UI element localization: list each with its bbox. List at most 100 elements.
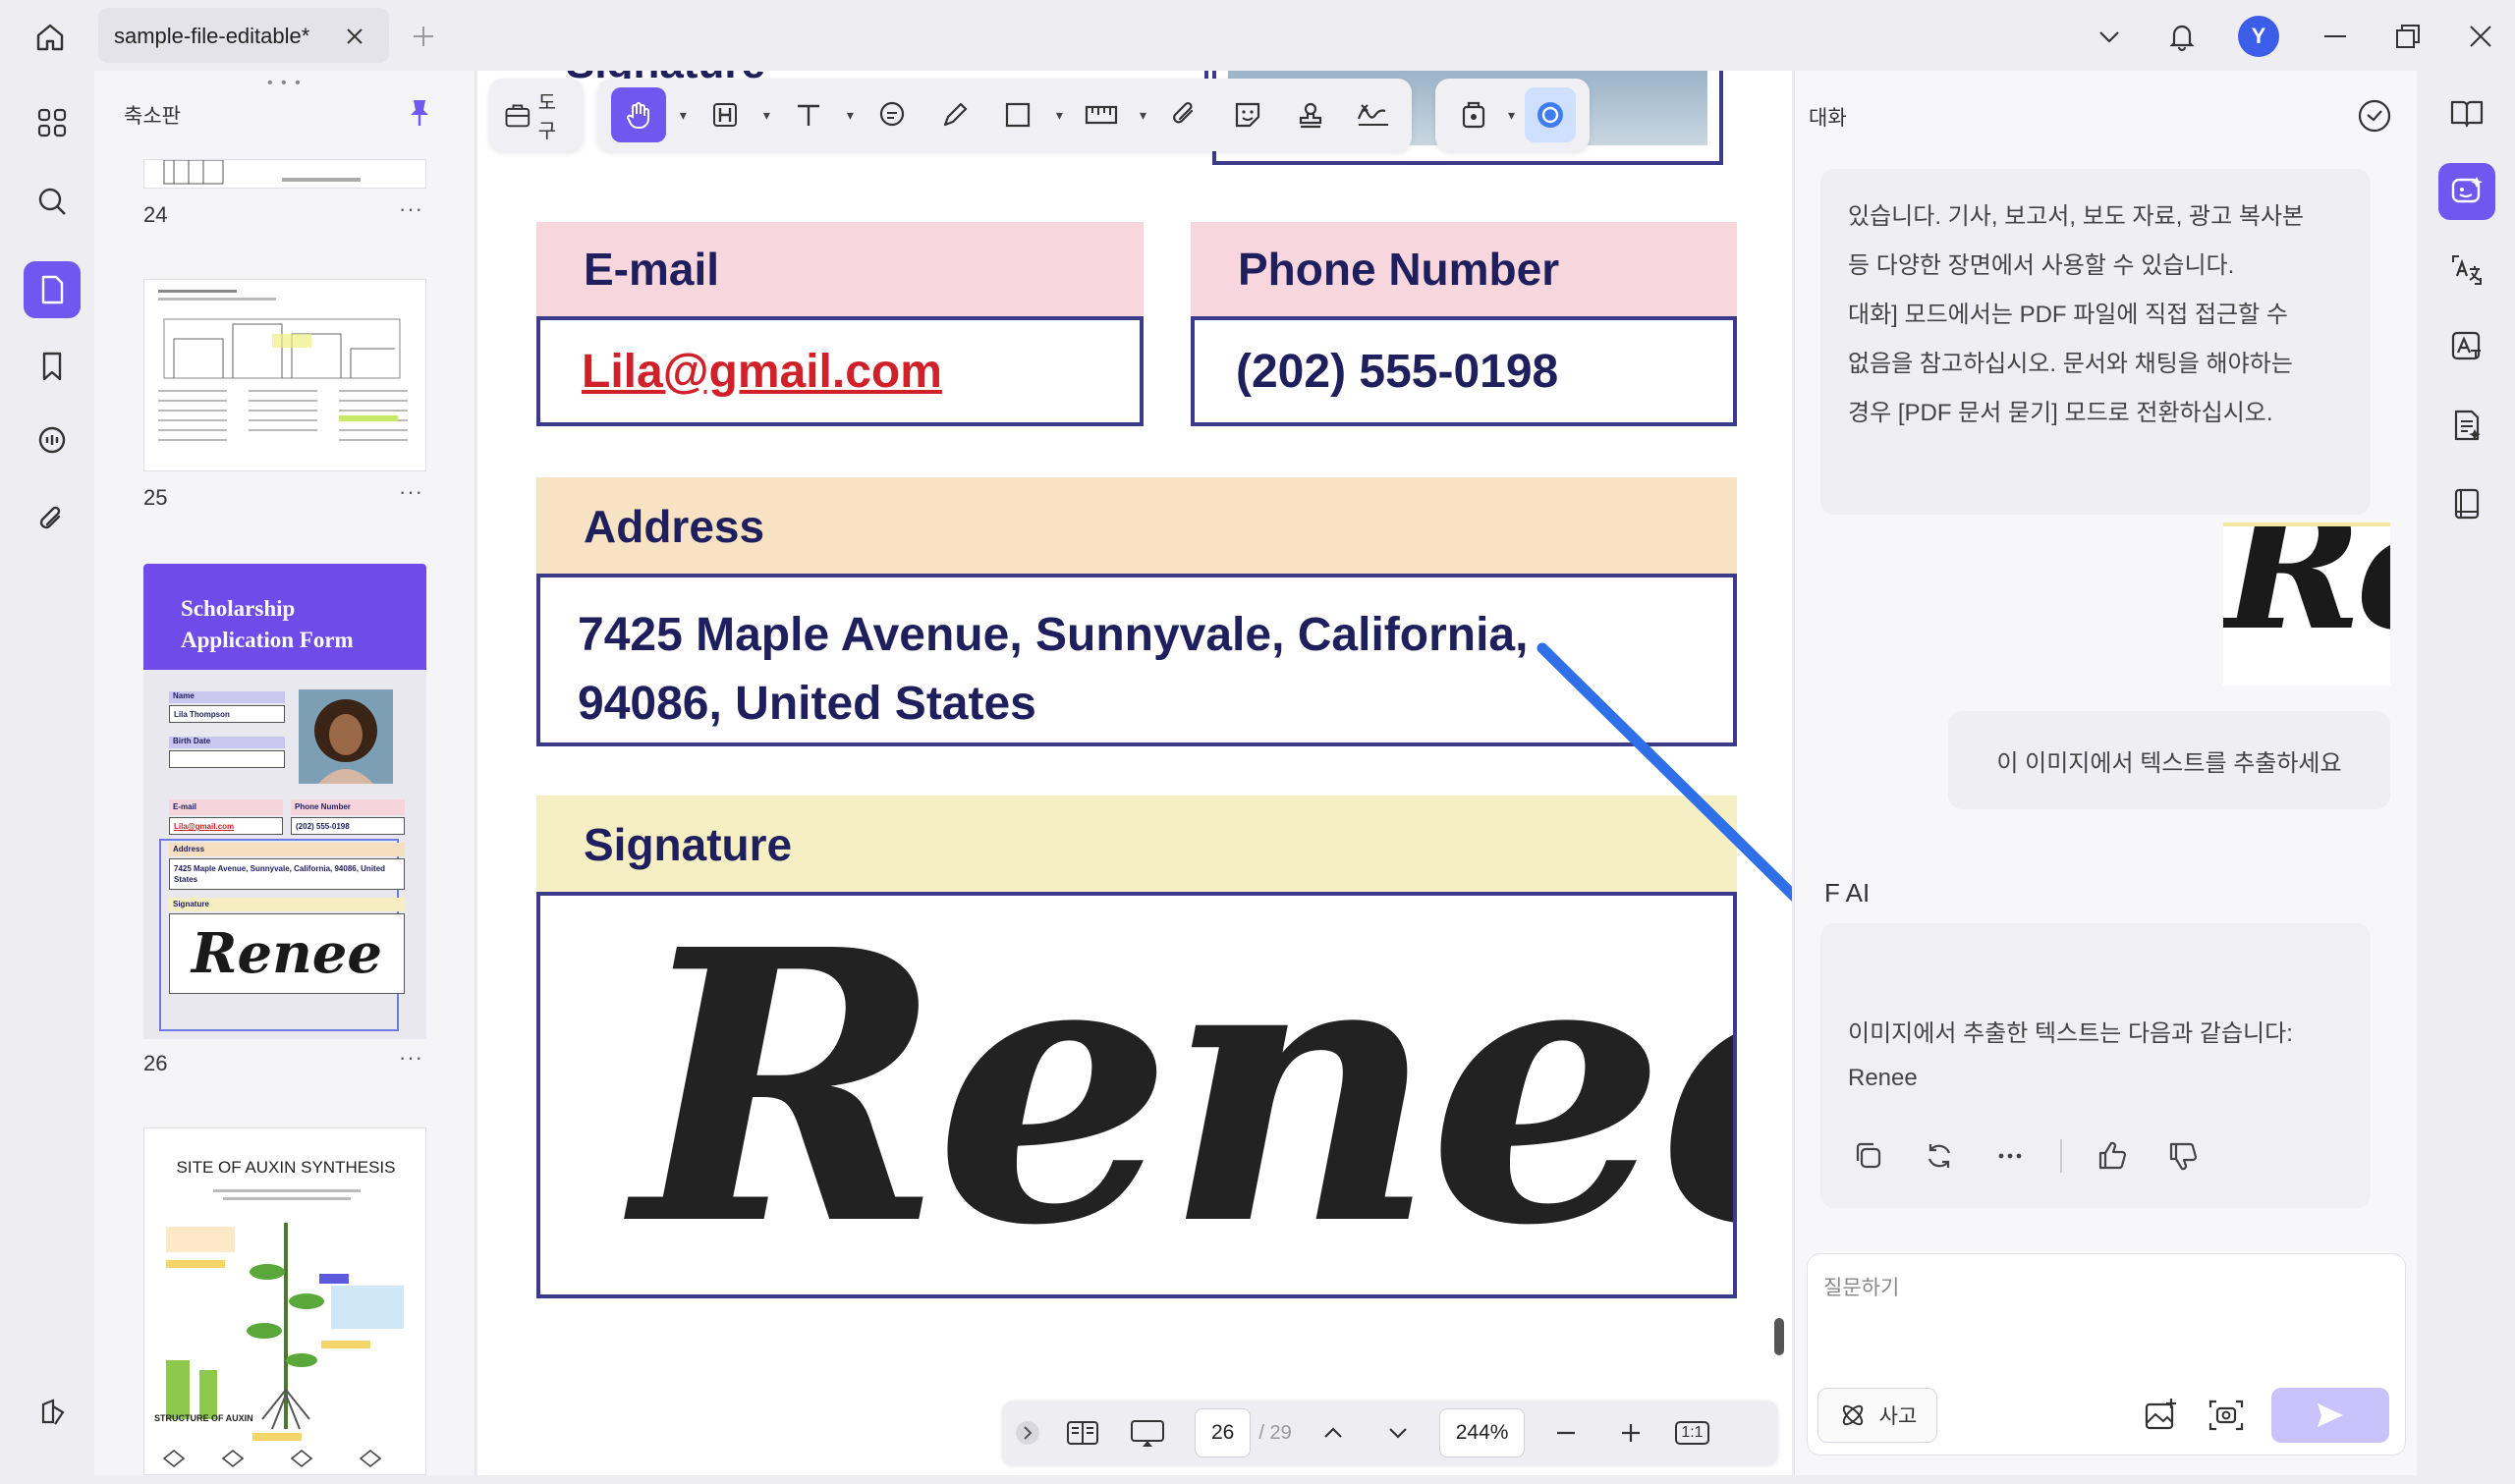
user-uploaded-image[interactable]: Ren [2223, 522, 2390, 686]
next-page-button[interactable] [1374, 1409, 1422, 1457]
sticker-icon [1235, 102, 1260, 128]
portrait-image [314, 699, 377, 784]
ocr-button[interactable] [2438, 318, 2495, 375]
panel-drag-handle[interactable]: • • • [267, 75, 303, 92]
tab-close-button[interactable] [340, 22, 369, 51]
more-options-button[interactable] [1989, 1135, 2031, 1177]
pen-tool[interactable] [930, 87, 979, 142]
rail-comments-button[interactable] [24, 412, 81, 469]
thumbnail-page-number: 26 [143, 1051, 168, 1075]
zoom-out-button[interactable] [1542, 1409, 1590, 1457]
presentation-button[interactable] [1124, 1409, 1171, 1457]
thumbnail-more-button[interactable]: ··· [399, 196, 423, 222]
ai-assistant-button[interactable] [1525, 87, 1576, 142]
add-image-button[interactable] [2142, 1396, 2181, 1435]
ai-chat-button[interactable] [2438, 163, 2495, 220]
reader-mode-button[interactable] [2438, 84, 2495, 141]
properties-button[interactable] [2438, 475, 2495, 532]
home-button[interactable] [28, 18, 73, 57]
hand-tool[interactable] [610, 87, 666, 142]
chevron-down-icon[interactable]: ▾ [1140, 107, 1146, 124]
ai-message: 있습니다. 기사, 보고서, 보도 자료, 광고 복사본 등 다양한 장면에서 … [1820, 169, 2371, 515]
shape-tool[interactable] [993, 87, 1042, 142]
measure-tool[interactable] [1077, 87, 1126, 142]
document-viewer[interactable]: Signature E-mail Lila@gmail.com Phone Nu… [477, 71, 1792, 1475]
thumbnail-page-25[interactable] [143, 279, 426, 471]
comment-icon [38, 426, 66, 454]
rail-attachments-button[interactable] [24, 491, 81, 548]
rail-thumbnails-button[interactable] [24, 261, 81, 318]
restore-button[interactable] [2391, 20, 2425, 53]
avatar[interactable]: Y [2238, 16, 2279, 57]
new-tab-button[interactable] [407, 20, 440, 53]
previous-page-button[interactable] [1310, 1409, 1357, 1457]
translate-button[interactable] [2438, 242, 2495, 299]
summarize-button[interactable] [2438, 397, 2495, 454]
image-signature-text: Ren [2223, 522, 2390, 668]
rail-apps-button[interactable] [24, 94, 81, 151]
chevron-down-icon[interactable]: ▾ [763, 107, 770, 124]
ruler-icon [1085, 105, 1118, 125]
plus-icon [414, 27, 433, 46]
chevron-down-icon[interactable]: ▾ [1508, 107, 1515, 124]
rail-theme-button[interactable] [24, 1383, 81, 1440]
thumbs-up-button[interactable] [2092, 1135, 2133, 1177]
rectangle-icon [1005, 102, 1031, 128]
screenshot-button[interactable] [2207, 1396, 2246, 1435]
thumbnail-page-24[interactable] [143, 159, 426, 189]
chat-history-button[interactable] [2355, 96, 2394, 136]
rail-search-button[interactable] [24, 173, 81, 230]
thumbnail-more-button[interactable]: ··· [399, 479, 423, 505]
highlight-tool[interactable] [700, 87, 750, 142]
thumbs-down-button[interactable] [2162, 1135, 2204, 1177]
expand-bar-button[interactable] [1014, 1409, 1041, 1457]
page-number-input[interactable]: 26 [1195, 1408, 1252, 1457]
page-preview [158, 290, 408, 441]
home-icon [36, 24, 64, 51]
paperclip-icon [1173, 101, 1194, 124]
dropdown-button[interactable] [2093, 20, 2126, 53]
ai-sender-label: F AI [1824, 878, 1871, 907]
sticker-tool[interactable] [1223, 87, 1272, 142]
page-layout-button[interactable] [1059, 1409, 1106, 1457]
thumbnail-page-26[interactable]: Scholarship Application Form Name Lila T… [143, 564, 426, 1039]
bell-icon [2169, 25, 2195, 52]
comment-tool[interactable] [867, 87, 917, 142]
tools-button[interactable]: 도구 [503, 87, 570, 142]
text-tool[interactable] [784, 87, 833, 142]
thumbnail-more-button[interactable]: ··· [399, 1045, 423, 1071]
thumbnail-page-number: 24 [143, 202, 168, 227]
ai-chat-panel: 대화 있습니다. 기사, 보고서, 보도 자료, 광고 복사본 등 다양한 장면… [1794, 71, 2417, 1475]
send-button[interactable] [2271, 1388, 2389, 1443]
copy-button[interactable] [1848, 1135, 1889, 1177]
pin-button[interactable] [403, 96, 436, 130]
screenshot-tool[interactable] [1449, 87, 1498, 142]
rail-bookmarks-button[interactable] [24, 338, 81, 395]
chat-input-placeholder[interactable]: 질문하기 [1823, 1272, 1899, 1301]
chevron-down-icon[interactable]: ▾ [847, 107, 854, 124]
thumbnail-page-27[interactable]: SITE OF AUXIN SYNTHESIS STRUCTURE OF AUX… [143, 1127, 426, 1475]
minimize-button[interactable] [2319, 20, 2352, 53]
message-actions [1848, 1135, 2204, 1177]
actual-size-button[interactable]: 1:1 [1672, 1409, 1711, 1457]
close-window-button[interactable] [2464, 20, 2497, 53]
restore-icon [2396, 25, 2420, 48]
stamp-tool[interactable] [1286, 87, 1335, 142]
thumb-header: Scholarship Application Form [143, 564, 426, 670]
chat-input-box[interactable]: 질문하기 사고 [1807, 1253, 2406, 1456]
document-tab[interactable]: sample-file-editable* [98, 8, 389, 63]
think-mode-button[interactable]: 사고 [1817, 1388, 1937, 1443]
signature-tool[interactable] [1349, 87, 1398, 142]
chevron-down-icon[interactable]: ▾ [1056, 107, 1063, 124]
zoom-in-button[interactable] [1607, 1409, 1654, 1457]
thumb-page27-title: SITE OF AUXIN SYNTHESIS [176, 1158, 396, 1177]
vertical-scrollbar[interactable] [1774, 1318, 1784, 1355]
notifications-button[interactable] [2165, 20, 2199, 53]
chevron-down-icon[interactable]: ▾ [680, 107, 687, 124]
regenerate-button[interactable] [1919, 1135, 1960, 1177]
attach-tool[interactable] [1160, 87, 1209, 142]
send-icon [2318, 1403, 2343, 1427]
chevron-down-icon [1388, 1428, 1407, 1439]
annotation-arrow[interactable] [477, 71, 1792, 1475]
zoom-level-input[interactable]: 244% [1438, 1408, 1526, 1457]
